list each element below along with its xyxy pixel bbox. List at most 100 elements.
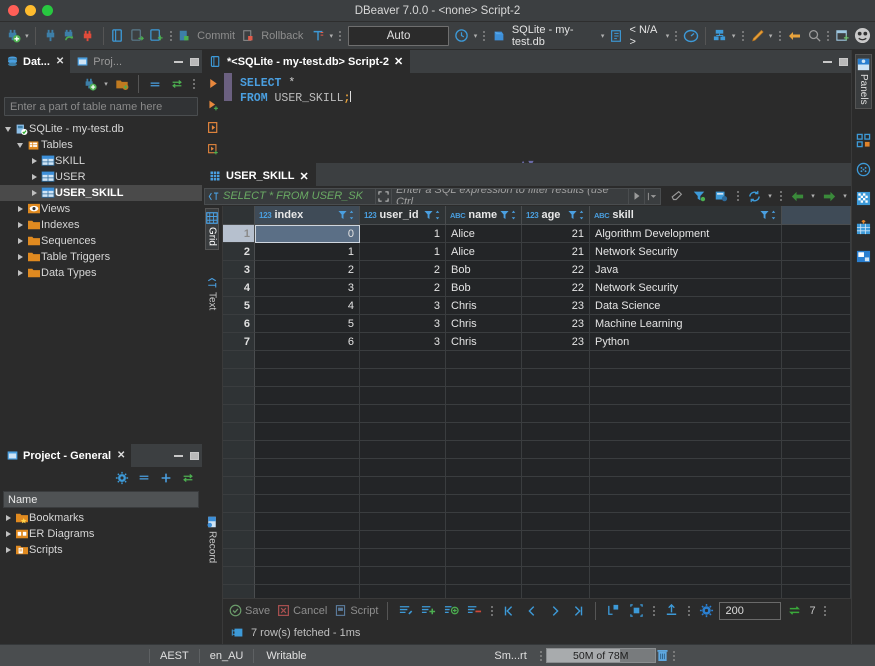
grid-column-age[interactable]: 123 age (522, 206, 590, 225)
table-row-empty[interactable] (223, 495, 851, 513)
tree-item-data-types[interactable]: Data Types (0, 265, 202, 281)
cell-empty[interactable] (522, 567, 590, 585)
cell-empty[interactable] (446, 585, 522, 598)
expand-caret-icon[interactable] (2, 515, 14, 521)
cell-skill[interactable]: Data Science (590, 297, 782, 315)
expand-caret-icon[interactable] (14, 238, 26, 244)
cell-empty[interactable] (522, 423, 590, 441)
cell-empty[interactable] (446, 423, 522, 441)
cell-empty[interactable] (446, 531, 522, 549)
navigator-menu-dots[interactable] (191, 75, 196, 93)
export-actions-dots[interactable] (686, 602, 691, 620)
tab-sql-editor-script-2[interactable]: *<SQLite - my-test.db> Script-2 ✕ (202, 50, 411, 73)
new-sql-editor-icon[interactable] (109, 25, 127, 47)
tree-item-user[interactable]: USER (0, 169, 202, 185)
cell-index[interactable]: 5 (255, 315, 360, 333)
rollback-button-label[interactable]: Rollback (259, 30, 307, 42)
cell-empty[interactable] (782, 585, 851, 598)
cell-empty[interactable] (360, 441, 446, 459)
active-query-display[interactable]: SELECT * FROM USER_SK (204, 187, 376, 205)
cell-empty[interactable] (782, 495, 851, 513)
new-connection-icon[interactable] (4, 25, 22, 47)
refresh-dropdown-icon[interactable]: ▾ (766, 185, 774, 207)
cell-empty[interactable] (782, 333, 851, 351)
cell-age[interactable]: 23 (522, 333, 590, 351)
table-row-empty[interactable] (223, 531, 851, 549)
cell-index[interactable]: 3 (255, 279, 360, 297)
table-row-empty[interactable] (223, 405, 851, 423)
expand-caret-icon[interactable] (14, 142, 26, 148)
tree-item-skill[interactable]: SKILL (0, 153, 202, 169)
close-icon[interactable]: ✕ (394, 55, 403, 68)
history-forward-icon[interactable] (819, 185, 839, 207)
references-panel-icon[interactable] (854, 246, 874, 268)
cell-empty[interactable] (360, 369, 446, 387)
cell-empty[interactable] (360, 549, 446, 567)
expand-caret-icon[interactable] (28, 174, 40, 180)
expand-caret-icon[interactable] (28, 158, 40, 164)
transaction-mode-dropdown-icon[interactable]: ▾ (328, 25, 335, 47)
first-row-icon[interactable] (499, 600, 519, 622)
tree-item-sqlite-my-test-db[interactable]: SQLite - my-test.db (0, 121, 202, 137)
heap-status-indicator[interactable]: 50M of 78M (545, 648, 656, 663)
collapse-all-icon[interactable] (145, 73, 165, 95)
apply-filter-icon[interactable] (629, 187, 645, 205)
filter-menu-dots[interactable] (735, 187, 740, 205)
link-with-editor-icon[interactable] (167, 73, 187, 95)
sql-text[interactable]: SELECT * FROM USER_SKILL; (232, 73, 851, 159)
cell-empty[interactable] (360, 477, 446, 495)
expand-caret-icon[interactable] (2, 126, 14, 132)
previous-row-icon[interactable] (522, 600, 542, 622)
cell-empty[interactable] (360, 531, 446, 549)
cell-empty[interactable] (590, 567, 782, 585)
cell-age[interactable]: 21 (522, 243, 590, 261)
link-with-editor-project-icon[interactable] (178, 467, 198, 489)
project-item-bookmarks[interactable]: Bookmarks (0, 510, 202, 526)
cell-index[interactable]: 4 (255, 297, 360, 315)
table-filter-input[interactable]: Enter a part of table name here (4, 97, 198, 116)
grouping-panel-icon[interactable] (854, 188, 874, 210)
row-number[interactable] (223, 423, 255, 441)
cell-skill[interactable]: Machine Learning (590, 315, 782, 333)
data-transfer-icon[interactable] (711, 25, 729, 47)
cell-empty[interactable] (782, 549, 851, 567)
cell-empty[interactable] (255, 387, 360, 405)
table-row[interactable]: 3 2 2 Bob 22 Java (223, 261, 851, 279)
grid-column-index[interactable]: 123 index (255, 206, 360, 225)
row-number[interactable] (223, 531, 255, 549)
cell-user_id[interactable]: 2 (360, 261, 446, 279)
cell-empty[interactable] (255, 513, 360, 531)
cell-empty[interactable] (255, 369, 360, 387)
minimize-project-button[interactable] (170, 444, 186, 467)
table-row-empty[interactable] (223, 459, 851, 477)
tab-projects[interactable]: Proj... (70, 50, 129, 73)
results-grid[interactable]: 123 index 123 user_id ABC name 123 age A… (222, 206, 851, 644)
cell-empty[interactable] (522, 441, 590, 459)
history-back-dropdown-icon[interactable]: ▾ (809, 185, 817, 207)
table-row-empty[interactable] (223, 585, 851, 598)
new-sql-script-icon[interactable] (147, 25, 165, 47)
cancel-changes-button[interactable]: Cancel (275, 604, 329, 617)
cell-empty[interactable] (360, 585, 446, 598)
refresh-menu-dots[interactable] (778, 187, 783, 205)
project-settings-gear-icon[interactable] (112, 467, 132, 489)
filter-expression-input[interactable]: Enter a SQL expression to filter results… (392, 187, 629, 205)
cell-empty[interactable] (255, 549, 360, 567)
row-number[interactable] (223, 405, 255, 423)
expand-caret-icon[interactable] (14, 270, 26, 276)
maximize-window-button[interactable] (42, 5, 53, 16)
grid-column-name[interactable]: ABC name (446, 206, 522, 225)
column-filter-sort-icons[interactable] (500, 210, 517, 220)
theme-dropdown-icon[interactable]: ▾ (767, 25, 774, 47)
row-number[interactable] (223, 513, 255, 531)
fetch-size-input[interactable]: 200 (719, 601, 782, 620)
cell-user_id[interactable]: 3 (360, 297, 446, 315)
column-filter-sort-icons[interactable] (424, 210, 441, 220)
cell-empty[interactable] (360, 405, 446, 423)
refresh-count-icon[interactable] (784, 600, 804, 622)
window-controls[interactable] (0, 5, 53, 16)
presentation-tab-text[interactable]: Text (206, 274, 218, 313)
row-number[interactable] (223, 549, 255, 567)
cell-empty[interactable] (446, 351, 522, 369)
cell-empty[interactable] (255, 531, 360, 549)
